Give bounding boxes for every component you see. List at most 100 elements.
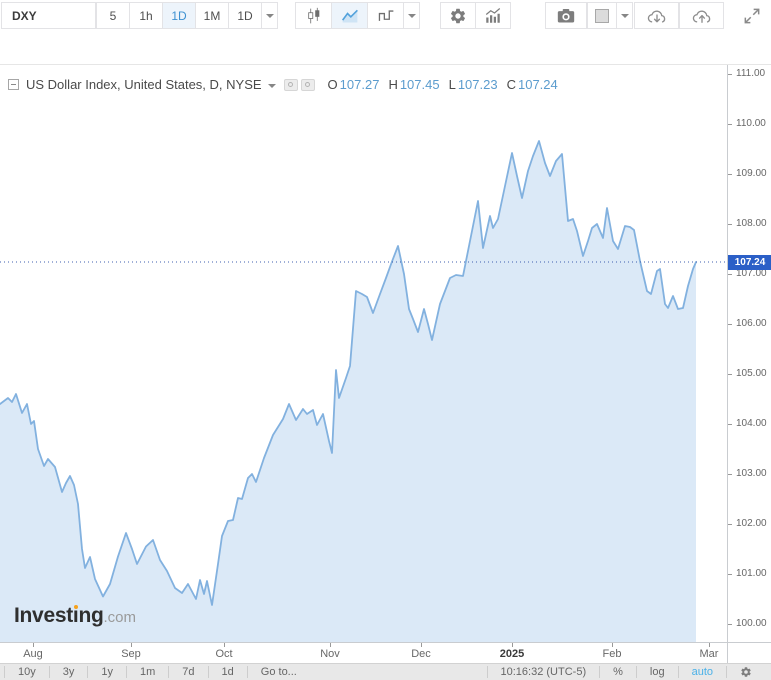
price-tick-label: 103.00 [736, 468, 767, 479]
indicators-button[interactable] [475, 2, 511, 29]
price-axis[interactable]: 107.24 111.00 110.00 109.00 108.00 107.00 106… [727, 65, 771, 642]
candles-style-button[interactable] [295, 2, 332, 29]
layout-group [587, 2, 633, 29]
chart-title: US Dollar Index, United States, D, NYSE [26, 77, 262, 92]
secondary-toolbar [0, 32, 771, 93]
time-tick-mark [612, 643, 613, 647]
price-tick-mark [728, 324, 732, 325]
ohlc-values: O 107.27 H 107.45 L 107.23 C 107.24 [328, 77, 567, 92]
price-tick-label: 106.00 [736, 318, 767, 329]
price-tick-label: 111.00 [736, 68, 766, 79]
time-tick-label: Oct [215, 648, 233, 660]
interval-button-5[interactable]: 5 [96, 2, 130, 29]
price-tick-label: 107.00 [736, 268, 767, 279]
symbol-button[interactable]: DXY [1, 2, 96, 29]
price-tick-mark [728, 624, 732, 625]
chevron-down-icon [407, 13, 416, 18]
price-tick-mark [728, 424, 732, 425]
open-value: 107.27 [339, 77, 380, 92]
watermark-brand: Investı ng [14, 604, 104, 627]
chart-legend: US Dollar Index, United States, D, NYSE … [8, 77, 567, 92]
time-tick-label: Dec [411, 648, 431, 660]
time-tick-label: 2025 [499, 648, 525, 660]
price-tick-mark [728, 524, 732, 525]
candles-icon [307, 7, 319, 23]
time-tick-mark [224, 643, 225, 647]
series-visibility-icon[interactable] [300, 78, 315, 91]
range-button-1y[interactable]: 1y [87, 666, 126, 678]
price-tick-label: 110.00 [736, 118, 766, 129]
settings-indicators-group [440, 2, 511, 29]
save-chart-button[interactable] [679, 2, 724, 29]
range-button-1d[interactable]: 1d [207, 666, 247, 678]
price-tick-label: 102.00 [736, 518, 767, 529]
percent-scale-toggle[interactable]: % [599, 666, 636, 678]
watermark-suffix: .com [103, 609, 137, 626]
close-value: 107.24 [517, 77, 558, 92]
indicators-icon [485, 7, 501, 23]
price-tick-mark [728, 274, 732, 275]
chevron-down-icon [620, 13, 629, 18]
chart-region: US Dollar Index, United States, D, NYSE … [0, 64, 771, 664]
series-settings-icon[interactable] [283, 78, 298, 91]
time-axis[interactable]: Aug Sep Oct Nov Dec 2025 Feb Mar [0, 642, 727, 664]
chart-plot-area[interactable]: US Dollar Index, United States, D, NYSE … [0, 65, 727, 642]
last-price-badge: 107.24 [728, 254, 771, 270]
open-label: O [327, 77, 338, 92]
low-value: 107.23 [457, 77, 498, 92]
camera-icon [557, 8, 575, 23]
time-tick-label: Mar [699, 648, 719, 660]
high-value: 107.45 [399, 77, 440, 92]
interval-dropdown-button[interactable] [261, 2, 278, 29]
line-style-button[interactable] [331, 2, 368, 29]
price-tick-label: 108.00 [736, 218, 767, 229]
price-tick-mark [728, 74, 732, 75]
settings-button[interactable] [440, 2, 476, 29]
bottom-right-controls: 10:16:32 (UTC-5) % log auto [486, 664, 765, 680]
time-tick-mark [421, 643, 422, 647]
time-tick-label: Nov [320, 648, 340, 660]
chart-style-group [295, 2, 420, 29]
range-button-3y[interactable]: 3y [48, 666, 88, 678]
log-scale-toggle[interactable]: log [635, 666, 678, 678]
range-buttons: 10y 3y 1y 1m 7d 1d Go to... [4, 664, 310, 680]
time-tick-label: Feb [602, 648, 622, 660]
collapse-legend-icon[interactable] [8, 79, 19, 90]
clock[interactable]: 10:16:32 (UTC-5) [486, 666, 600, 678]
range-button-10y[interactable]: 10y [4, 666, 49, 678]
layout-square-icon [595, 8, 609, 23]
top-toolbar: DXY 5 1h 1D 1M 1D [0, 0, 771, 32]
interval-button-1D[interactable]: 1D [228, 2, 262, 29]
layout-dropdown-button[interactable] [616, 2, 633, 29]
fullscreen-button[interactable] [742, 6, 762, 26]
goto-button[interactable]: Go to... [246, 666, 310, 678]
snapshot-button[interactable] [545, 2, 587, 29]
price-tick-mark [728, 374, 732, 375]
range-button-7d[interactable]: 7d [168, 666, 207, 678]
legend-dropdown-caret[interactable] [267, 83, 276, 88]
price-tick-mark [728, 574, 732, 575]
low-label: L [448, 77, 456, 92]
interval-button-1h[interactable]: 1h [129, 2, 163, 29]
layout-button[interactable] [587, 2, 617, 29]
price-area-chart [0, 140, 727, 642]
time-tick-label: Aug [23, 648, 43, 660]
interval-group: 5 1h 1D 1M 1D [96, 2, 278, 29]
price-tick-label: 101.00 [736, 568, 767, 579]
axis-settings-button[interactable] [726, 666, 765, 678]
line-chart-icon [341, 9, 358, 23]
interval-button-1M[interactable]: 1M [195, 2, 229, 29]
price-tick-label: 105.00 [736, 368, 767, 379]
fullscreen-icon [744, 8, 760, 24]
axis-corner [727, 642, 771, 664]
time-tick-mark [131, 643, 132, 647]
step-style-button[interactable] [367, 2, 404, 29]
range-button-1m[interactable]: 1m [126, 666, 168, 678]
time-tick-mark [330, 643, 331, 647]
gear-icon [450, 8, 466, 23]
load-chart-button[interactable] [634, 2, 679, 29]
style-dropdown-button[interactable] [403, 2, 420, 29]
price-tick-mark [728, 474, 732, 475]
auto-scale-toggle[interactable]: auto [677, 666, 726, 678]
interval-button-1D[interactable]: 1D [162, 2, 196, 29]
